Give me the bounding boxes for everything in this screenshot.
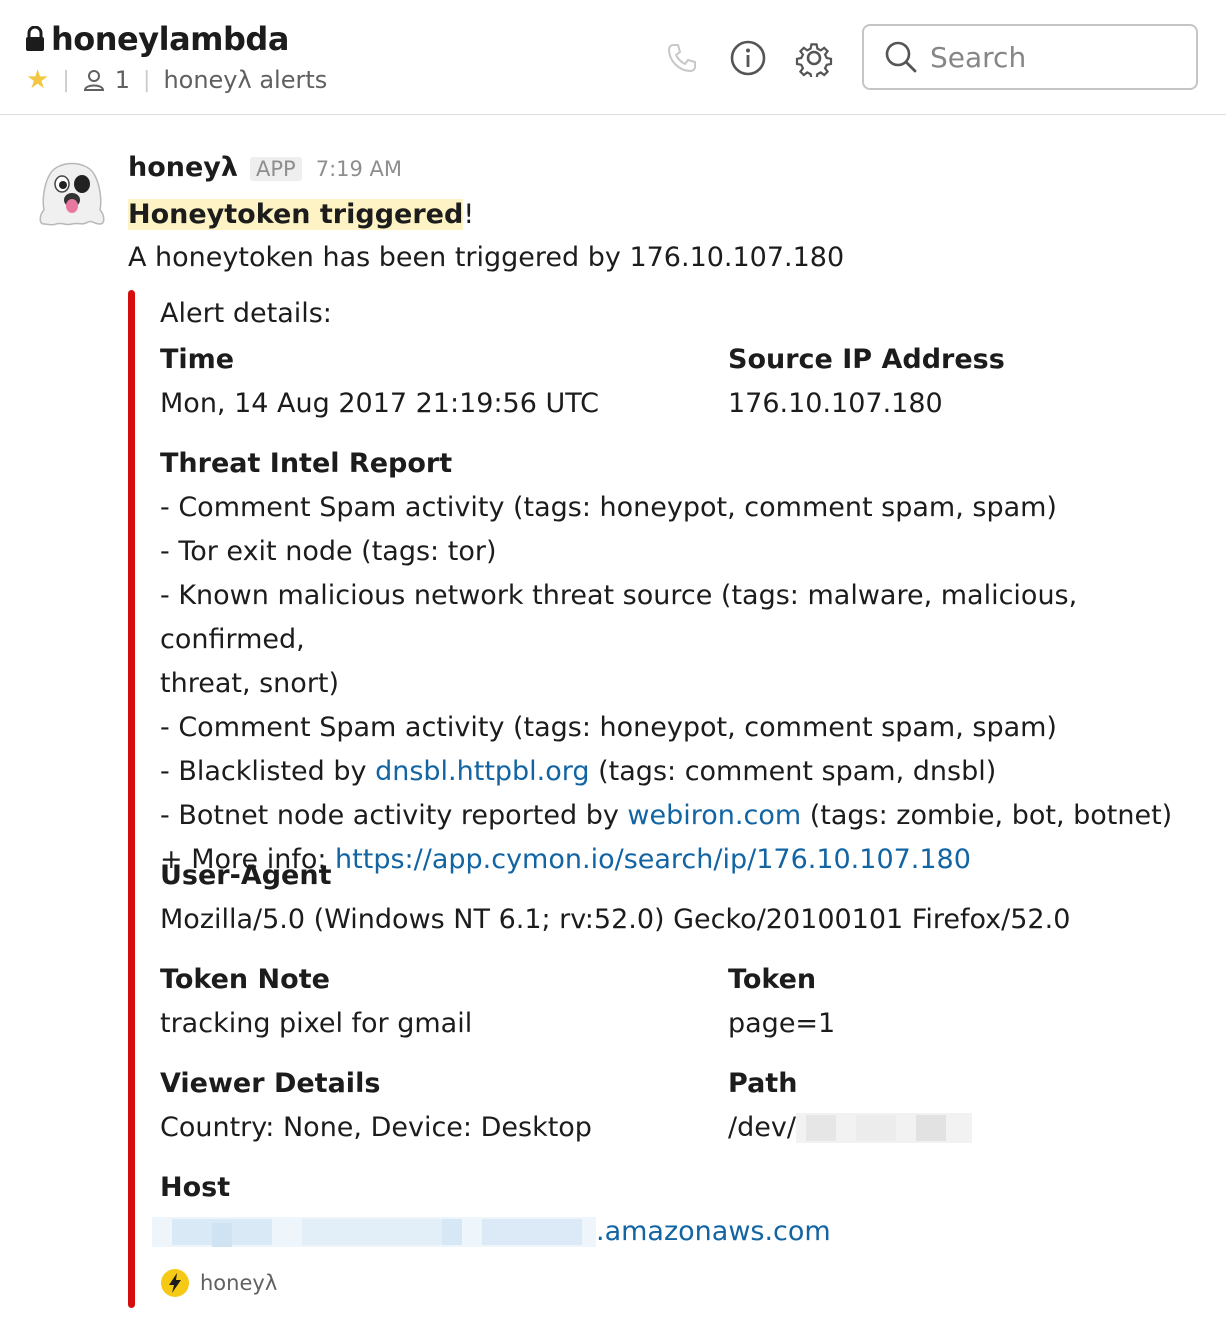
channel-header: honeylambda ★ | 1 | honeyλ alerts xyxy=(0,0,1226,115)
message: honeyλ APP 7:19 AM Honeytoken triggered!… xyxy=(128,152,1206,278)
field-threat-intel: Threat Intel Report - Comment Spam activ… xyxy=(160,446,1210,882)
channel-topic[interactable]: honeyλ alerts xyxy=(163,66,327,94)
member-icon[interactable] xyxy=(83,69,105,91)
threat-line: - Blacklisted by dnsbl.httpbl.org (tags:… xyxy=(160,750,1210,794)
footer-text: honeyλ xyxy=(200,1271,278,1295)
attachment-footer: honeyλ xyxy=(160,1268,277,1298)
channel-title[interactable]: honeylambda xyxy=(25,20,289,58)
message-header: honeyλ APP 7:19 AM xyxy=(128,152,1206,196)
attachment-color-bar xyxy=(128,290,135,1308)
channel-meta: ★ | 1 | honeyλ alerts xyxy=(26,66,327,94)
channel-info-button[interactable] xyxy=(728,38,768,78)
search-box[interactable] xyxy=(862,24,1198,90)
threat-text: (tags: comment spam, dnsbl) xyxy=(589,756,997,787)
threat-text: - Blacklisted by xyxy=(160,756,376,787)
path-prefix: /dev/ xyxy=(728,1112,796,1143)
threat-line: threat, snort) xyxy=(160,668,340,699)
search-icon xyxy=(885,41,917,73)
message-timestamp[interactable]: 7:19 AM xyxy=(316,157,402,181)
field-token: Token page=1 xyxy=(728,962,835,1046)
divider: | xyxy=(62,67,70,93)
field-source-ip: Source IP Address 176.10.107.180 xyxy=(728,342,1005,426)
field-value: 176.10.107.180 xyxy=(728,388,943,419)
webiron-link[interactable]: webiron.com xyxy=(627,800,801,831)
threat-text: (tags: zombie, bot, botnet) xyxy=(801,800,1173,831)
field-viewer-details: Viewer Details Country: None, Device: De… xyxy=(160,1066,592,1150)
channel-settings-button[interactable] xyxy=(794,38,834,78)
lock-icon xyxy=(26,26,44,51)
threat-line: - Known malicious network threat source … xyxy=(160,580,1078,655)
threat-text: - Botnet node activity reported by xyxy=(160,800,628,831)
field-time: Time Mon, 14 Aug 2017 21:19:56 UTC xyxy=(160,342,599,426)
threat-line: - Tor exit node (tags: tor) xyxy=(160,536,497,567)
member-count[interactable]: 1 xyxy=(115,66,130,94)
field-title: Host xyxy=(160,1172,231,1203)
field-value: Mon, 14 Aug 2017 21:19:56 UTC xyxy=(160,388,600,419)
search-input[interactable] xyxy=(928,39,1182,75)
gear-icon xyxy=(795,43,833,77)
channel-name: honeylambda xyxy=(51,20,289,58)
lightning-bolt-icon xyxy=(161,1269,189,1297)
field-title: Threat Intel Report xyxy=(160,448,453,479)
field-value: /dev/ xyxy=(728,1106,972,1150)
dnsbl-link[interactable]: dnsbl.httpbl.org xyxy=(375,756,589,787)
message-body: A honeytoken has been triggered by 176.1… xyxy=(128,242,845,273)
field-value: tracking pixel for gmail xyxy=(160,1008,473,1039)
field-host: Host .amazonaws.com xyxy=(152,1170,831,1254)
field-value: Country: None, Device: Desktop xyxy=(160,1112,592,1143)
field-title: Token Note xyxy=(160,964,330,995)
headline-tail: ! xyxy=(463,199,475,230)
redacted-host-block xyxy=(152,1217,596,1247)
sender-name[interactable]: honeyλ xyxy=(128,152,238,183)
app-badge: APP xyxy=(250,157,302,181)
field-title: Token xyxy=(728,964,817,995)
threat-line: - Comment Spam activity (tags: honeypot,… xyxy=(160,712,1057,743)
field-value: page=1 xyxy=(728,1008,836,1039)
field-title: Time xyxy=(160,344,235,375)
host-link[interactable]: .amazonaws.com xyxy=(596,1210,831,1254)
field-value: Mozilla/5.0 (Windows NT 6.1; rv:52.0) Ge… xyxy=(160,904,1071,935)
call-button[interactable] xyxy=(662,38,702,78)
message-headline: Honeytoken triggered! xyxy=(128,196,1206,234)
field-token-note: Token Note tracking pixel for gmail xyxy=(160,962,472,1046)
highlighted-text: Honeytoken triggered xyxy=(128,199,464,230)
field-title: Source IP Address xyxy=(728,344,1005,375)
threat-line: - Comment Spam activity (tags: honeypot,… xyxy=(160,492,1057,523)
ghost-avatar-icon[interactable] xyxy=(34,154,110,230)
star-icon[interactable]: ★ xyxy=(26,67,49,93)
field-title: Viewer Details xyxy=(160,1068,381,1099)
field-title: Path xyxy=(728,1068,798,1099)
info-icon xyxy=(730,40,766,76)
field-user-agent: User-Agent Mozilla/5.0 (Windows NT 6.1; … xyxy=(160,858,1070,942)
phone-icon xyxy=(668,44,696,72)
divider: | xyxy=(143,67,151,93)
attachment-pretext: Alert details: xyxy=(160,298,332,329)
redacted-path-block xyxy=(795,1113,972,1143)
alert-attachment: Alert details: Time Mon, 14 Aug 2017 21:… xyxy=(128,290,1208,1308)
field-title: User-Agent xyxy=(160,860,332,891)
field-path: Path /dev/ xyxy=(728,1066,972,1150)
threat-line: - Botnet node activity reported by webir… xyxy=(160,794,1210,838)
field-value: .amazonaws.com xyxy=(152,1210,831,1254)
